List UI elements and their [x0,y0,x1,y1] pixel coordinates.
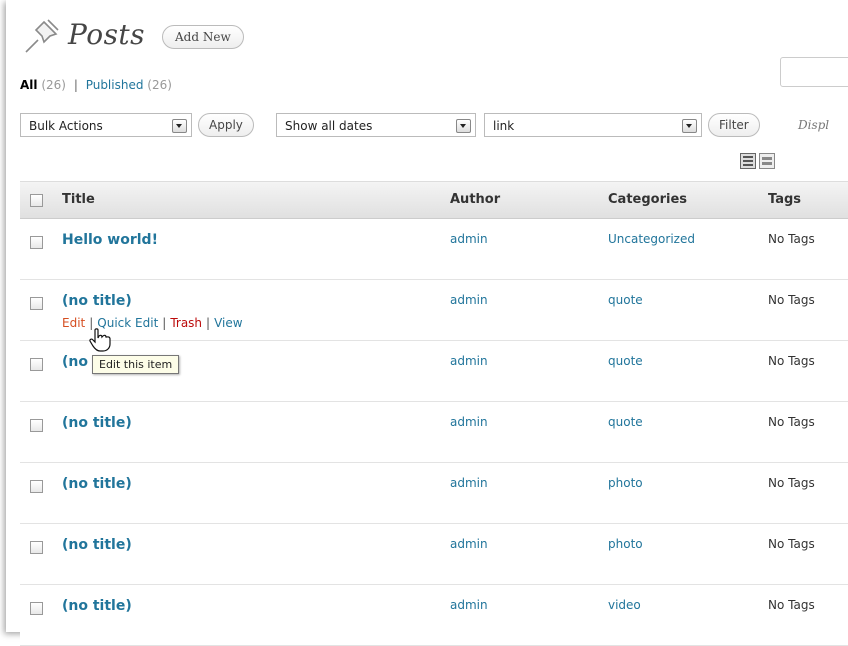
filter-separator: | [73,78,78,92]
chevron-down-icon [682,119,697,133]
author-link[interactable]: admin [450,354,488,368]
post-title-link[interactable]: (no title) [62,598,132,614]
trash-link[interactable]: Trash [170,316,202,330]
filter-published-count: (26) [147,78,172,92]
action-separator: | [162,316,167,330]
tags-value: No Tags [768,537,815,551]
post-title-link[interactable]: (no title) [62,476,132,492]
tags-value: No Tags [768,293,815,307]
row-checkbox[interactable] [30,541,43,554]
chevron-down-icon [456,119,471,133]
filter-published-link[interactable]: Published [86,78,144,92]
bulk-actions-select[interactable]: Bulk Actions [20,113,192,137]
author-link[interactable]: admin [450,537,488,551]
row-checkbox[interactable] [30,236,43,249]
pushpin-icon [25,19,59,53]
category-link[interactable]: Uncategorized [608,232,695,246]
column-author: Author [450,192,501,207]
display-label-truncated: Displ [798,118,830,132]
select-all-checkbox[interactable] [30,194,43,207]
category-link[interactable]: quote [608,415,643,429]
tags-value: No Tags [768,354,815,368]
table-row: Hello world! admin Uncategorized No Tags [20,219,848,280]
filter-all-count: (26) [41,78,66,92]
category-value: link [493,119,515,133]
filter-all-link[interactable]: All [20,78,38,92]
edit-tooltip: Edit this item [92,355,180,374]
bulk-actions-value: Bulk Actions [29,119,103,133]
row-checkbox[interactable] [30,419,43,432]
view-link[interactable]: View [214,316,242,330]
posts-table: Title Author Categories Tags Hello world… [20,181,848,646]
apply-button[interactable]: Apply [198,113,254,137]
post-title-link[interactable]: (no title) [62,415,132,431]
row-checkbox[interactable] [30,297,43,310]
dates-select[interactable]: Show all dates [276,113,476,137]
author-link[interactable]: admin [450,415,488,429]
category-link[interactable]: video [608,598,641,612]
page-title: Posts [68,18,146,51]
post-title-link[interactable]: Hello world! [62,232,158,248]
tags-value: No Tags [768,232,815,246]
row-checkbox[interactable] [30,480,43,493]
excerpt-view-icon[interactable] [759,153,775,169]
chevron-down-icon [172,119,187,133]
add-new-button[interactable]: Add New [162,25,244,49]
search-input[interactable] [780,57,848,87]
post-title-link[interactable]: (no title) [62,537,132,553]
column-categories: Categories [608,192,688,207]
category-link[interactable]: photo [608,537,643,551]
category-select[interactable]: link [484,113,702,137]
table-row: (no title) admin quote No Tags Edit | Quic… [20,280,848,341]
tags-value: No Tags [768,476,815,490]
table-header: Title Author Categories Tags [20,181,848,219]
tags-value: No Tags [768,415,815,429]
tags-value: No Tags [768,598,815,612]
table-row: (no title) admin video No Tags [20,585,848,646]
column-title[interactable]: Title [62,192,95,207]
row-checkbox[interactable] [30,602,43,615]
list-view-icon[interactable] [740,153,756,169]
category-link[interactable]: quote [608,354,643,368]
post-title-link[interactable]: (no title) [62,293,132,309]
author-link[interactable]: admin [450,598,488,612]
status-filter-links: All (26) | Published (26) [20,78,172,92]
category-link[interactable]: photo [608,476,643,490]
action-separator: | [206,316,211,330]
author-link[interactable]: admin [450,232,488,246]
column-tags: Tags [768,192,802,207]
edit-link[interactable]: Edit [62,316,85,330]
table-row: (no title) admin quote No Tags [20,402,848,463]
hand-cursor-icon [89,328,111,352]
table-row: (no title) admin photo No Tags [20,463,848,524]
category-link[interactable]: quote [608,293,643,307]
dates-value: Show all dates [285,119,373,133]
author-link[interactable]: admin [450,476,488,490]
author-link[interactable]: admin [450,293,488,307]
posts-screen: Posts Add New All (26) | Published (26) … [6,0,848,646]
row-checkbox[interactable] [30,358,43,371]
table-row: (no title) admin photo No Tags [20,524,848,585]
filter-button[interactable]: Filter [708,113,760,137]
